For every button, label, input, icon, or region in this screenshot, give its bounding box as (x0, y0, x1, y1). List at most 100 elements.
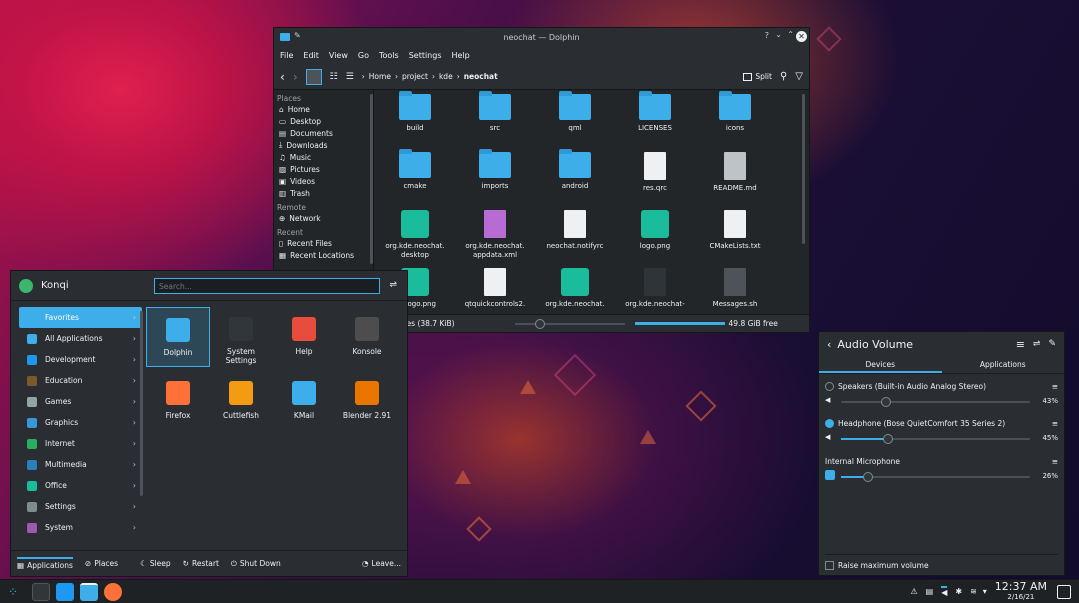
search-input[interactable] (154, 278, 380, 294)
zoom-slider-knob[interactable] (534, 318, 545, 329)
warning-icon[interactable]: ⚠ (910, 587, 917, 596)
file-scrollbar[interactable] (802, 94, 805, 244)
configure-icon[interactable]: ⇌ (1033, 339, 1041, 349)
clock[interactable]: 12:37 AM 2/16/21 (995, 581, 1047, 602)
device-menu-icon[interactable]: ≡ (1052, 382, 1058, 391)
volume-icon[interactable]: ◀ (941, 586, 948, 597)
device-volume-slider[interactable]: ◀ 45% (825, 433, 1058, 444)
wifi-icon[interactable]: ≋ (970, 587, 977, 596)
launcher-icon[interactable]: ⁘ (8, 585, 18, 599)
maximize-icon[interactable]: ⌃ (787, 30, 794, 39)
places-tab[interactable]: ⊘ Places (85, 559, 118, 568)
category-graphics[interactable]: Graphics › (19, 412, 142, 433)
app-kmail[interactable]: KMail (272, 371, 336, 431)
applications-tab[interactable]: ▦ Applications (17, 557, 73, 570)
app-help[interactable]: Help (272, 307, 336, 367)
app-cuttlefish[interactable]: Cuttlefish (209, 371, 273, 431)
tray-expand-icon[interactable]: ▾ (983, 587, 987, 596)
speaker-icon[interactable]: ◀ (825, 396, 830, 404)
places-item-documents[interactable]: ▤ Documents (277, 127, 370, 139)
breadcrumb-kde[interactable]: kde (439, 72, 453, 81)
slider-knob[interactable] (863, 472, 874, 482)
raise-max-row[interactable]: Raise maximum volume (825, 554, 1058, 570)
app-konsole[interactable]: Konsole (335, 307, 399, 367)
firefox-task-icon[interactable] (104, 582, 123, 601)
file-item[interactable]: android (539, 149, 611, 191)
breadcrumb-neochat[interactable]: neochat (464, 72, 498, 81)
show-desktop-icon[interactable] (1057, 584, 1071, 599)
category-multimedia[interactable]: Multimedia › (19, 454, 142, 475)
file-item[interactable]: imports (459, 149, 531, 191)
sleep-button[interactable]: ☾ Sleep (140, 559, 171, 568)
app-firefox[interactable]: Firefox (146, 371, 210, 431)
file-item[interactable]: org.kde.neochat- (619, 268, 691, 309)
category-office[interactable]: Office › (19, 475, 142, 496)
system-settings-task-icon[interactable] (32, 582, 51, 601)
slider-knob[interactable] (880, 397, 891, 407)
speaker-icon[interactable]: ◀ (825, 433, 830, 441)
file-item[interactable]: org.kde.neochat. appdata.xml (459, 210, 531, 260)
details-view-icon[interactable]: ☰ (346, 72, 354, 82)
places-item-desktop[interactable]: ▭ Desktop (277, 115, 370, 127)
search-icon[interactable]: ⚲ (780, 71, 787, 82)
device-volume-slider[interactable]: ◀ 43% (825, 396, 1058, 407)
app-blender-2-91[interactable]: Blender 2.91 (335, 371, 399, 431)
pin-icon[interactable]: ✎ (1048, 339, 1056, 349)
category-education[interactable]: Education › (19, 370, 142, 391)
raise-max-checkbox[interactable] (825, 561, 834, 570)
places-item-videos[interactable]: ▣ Videos (277, 175, 370, 187)
icons-view-icon[interactable] (305, 68, 322, 85)
menu-tools[interactable]: Tools (379, 51, 399, 60)
app-dolphin[interactable]: Dolphin (146, 307, 210, 367)
mic-menu-icon[interactable]: ≡ (1052, 457, 1058, 466)
file-item[interactable]: LICENSES (619, 91, 691, 133)
menu-go[interactable]: Go (358, 51, 369, 60)
filter-icon[interactable]: ▽ (795, 71, 803, 82)
file-item[interactable]: build (379, 91, 451, 133)
category-internet[interactable]: Internet › (19, 433, 142, 454)
file-item[interactable]: org.kde.neochat. (539, 268, 611, 309)
menu-help[interactable]: Help (452, 51, 470, 60)
menu-edit[interactable]: Edit (303, 51, 319, 60)
category-development[interactable]: Development › (19, 349, 142, 370)
bluetooth-icon[interactable]: ✱ (955, 587, 962, 596)
device-radio[interactable] (825, 419, 834, 428)
category-scrollbar[interactable] (140, 311, 143, 496)
menu-settings[interactable]: Settings (409, 51, 442, 60)
places-scrollbar[interactable] (370, 94, 373, 264)
file-item[interactable]: README.md (699, 152, 771, 193)
places-item-downloads[interactable]: ⤓ Downloads (277, 139, 370, 151)
discover-task-icon[interactable] (56, 582, 75, 601)
avatar[interactable] (19, 278, 33, 293)
file-item[interactable]: neochat.notifyrc (539, 210, 611, 251)
mic-mute-icon[interactable] (825, 470, 835, 480)
file-item[interactable]: org.kde.neochat. desktop (379, 210, 451, 260)
forward-icon[interactable]: › (293, 70, 298, 84)
category-favorites[interactable]: Favorites › (19, 307, 142, 328)
category-system[interactable]: System › (19, 517, 142, 538)
configure-icon[interactable]: ⇌ (389, 280, 397, 290)
dolphin-task-icon[interactable] (80, 582, 99, 601)
split-button[interactable]: Split (743, 72, 772, 81)
places-item-home[interactable]: ⌂ Home (277, 103, 370, 115)
tab-devices[interactable]: Devices (819, 356, 942, 373)
pin-icon[interactable]: ✎ (294, 31, 301, 40)
file-item[interactable]: res.qrc (619, 152, 691, 193)
back-icon[interactable]: ‹ (280, 70, 285, 84)
tab-applications[interactable]: Applications (942, 356, 1065, 373)
places-item-music[interactable]: ♫ Music (277, 151, 370, 163)
places-item-network[interactable]: ⊕ Network (277, 212, 370, 224)
minimize-icon[interactable]: ⌄ (775, 30, 782, 39)
clipboard-icon[interactable]: ▤ (926, 587, 934, 596)
close-icon[interactable]: ✕ (796, 31, 807, 42)
breadcrumb-home[interactable]: Home (369, 72, 391, 81)
file-item[interactable]: qml (539, 91, 611, 133)
file-item[interactable]: cmake (379, 149, 451, 191)
device-menu-icon[interactable]: ≡ (1052, 419, 1058, 428)
places-item-trash[interactable]: ▥ Trash (277, 187, 370, 199)
menu-file[interactable]: File (280, 51, 293, 60)
shutdown-button[interactable]: ⏻ Shut Down (231, 559, 281, 569)
file-item[interactable]: src (459, 91, 531, 133)
restart-button[interactable]: ↻ Restart (183, 559, 219, 568)
file-item[interactable]: icons (699, 91, 771, 133)
